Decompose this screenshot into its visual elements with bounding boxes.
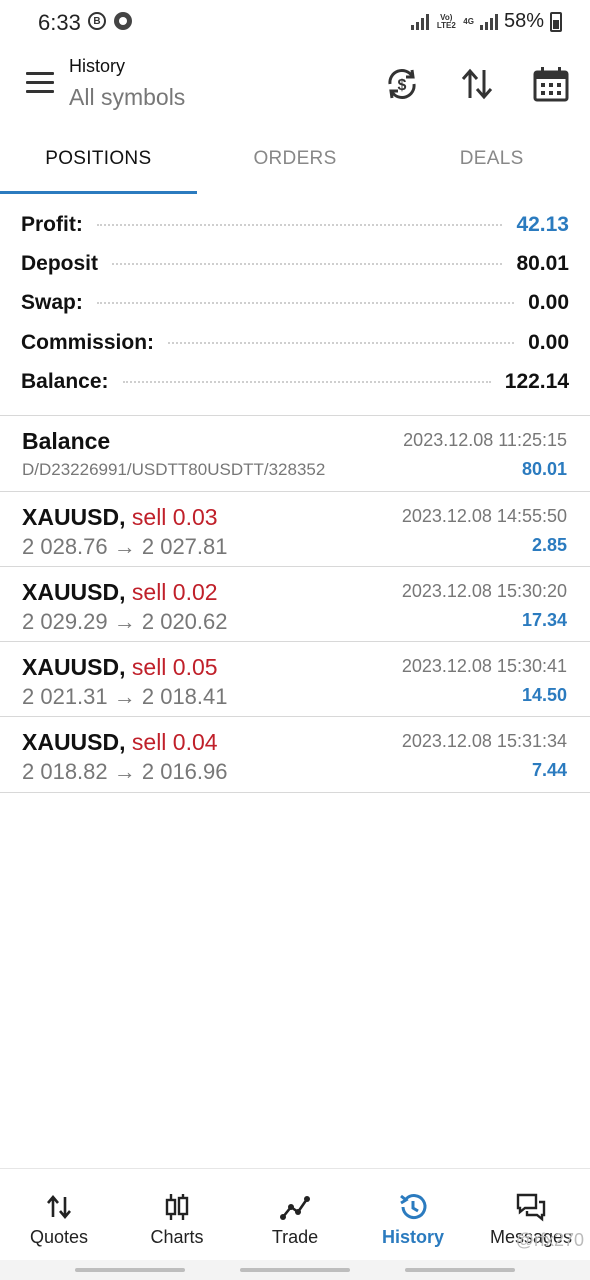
dotted-leader xyxy=(168,341,515,344)
deal-prices: 2 018.82 → 2 016.96 xyxy=(22,759,228,784)
battery-icon xyxy=(550,11,562,32)
deal-side: sell 0.02 xyxy=(131,579,218,605)
svg-text:$: $ xyxy=(398,77,407,94)
sort-icon[interactable] xyxy=(457,64,497,104)
nav-label: History xyxy=(381,1227,444,1247)
symbol-filter[interactable]: All symbols xyxy=(69,84,185,111)
balance-value: 122.14 xyxy=(494,369,569,394)
deal-symbol: XAUUSD, sell 0.02 xyxy=(22,579,218,605)
history-tabs: POSITIONS ORDERS DEALS xyxy=(0,130,590,194)
app-bar: History All symbols $ xyxy=(0,44,590,128)
summary-commission-row: Commission: 0.00 xyxy=(0,323,590,362)
list-item[interactable]: XAUUSD, sell 0.05 2 021.31 → 2 018.41 20… xyxy=(0,642,590,717)
messages-icon xyxy=(515,1191,547,1223)
bottom-nav: Quotes Charts Trade History Messages xyxy=(0,1168,590,1258)
nav-handle[interactable] xyxy=(405,1268,515,1272)
chrome-icon xyxy=(114,12,132,30)
nav-label: Trade xyxy=(271,1227,319,1247)
status-bar: 6:33 B Vo) LTE2 4G 58% xyxy=(0,0,590,44)
summary-swap-row: Swap: 0.00 xyxy=(0,284,590,323)
deposit-value: 80.01 xyxy=(506,251,569,276)
list-item[interactable]: XAUUSD, sell 0.03 2 028.76 → 2 027.81 20… xyxy=(0,492,590,567)
deal-time: 2023.12.08 14:55:50 xyxy=(401,506,567,526)
trade-line-icon xyxy=(279,1191,311,1223)
deal-side: sell 0.03 xyxy=(131,504,218,530)
deal-symbol: Balance xyxy=(22,428,111,454)
list-item-balance[interactable]: Balance D/D23226991/USDTT80USDTT/328352 … xyxy=(0,416,590,491)
profit-value: 42.13 xyxy=(506,212,569,237)
candlestick-icon xyxy=(161,1191,193,1223)
deal-profit: 80.01 xyxy=(521,459,567,479)
deal-profit: 17.34 xyxy=(521,610,567,630)
swap-label: Swap: xyxy=(21,291,93,316)
profit-label: Profit: xyxy=(21,212,93,237)
deal-symbol: XAUUSD, sell 0.04 xyxy=(22,729,218,755)
dotted-leader xyxy=(112,262,503,265)
deal-prices: 2 029.29 → 2 020.62 xyxy=(22,609,228,634)
deal-time: 2023.12.08 15:30:20 xyxy=(401,581,567,601)
dotted-leader xyxy=(96,223,503,226)
currency-exchange-icon[interactable]: $ xyxy=(382,64,422,104)
status-time: 6:33 xyxy=(38,10,81,35)
balance-label: Balance: xyxy=(21,369,119,394)
deal-time: 2023.12.08 15:30:41 xyxy=(401,656,567,676)
signal-2-icon xyxy=(479,13,498,30)
deal-prices: 2 021.31 → 2 018.41 xyxy=(22,684,228,709)
quotes-icon xyxy=(43,1191,75,1223)
swap-value: 0.00 xyxy=(518,291,569,316)
nav-charts[interactable]: Charts xyxy=(118,1169,236,1258)
notification-b-icon: B xyxy=(88,12,106,30)
system-nav-bar xyxy=(0,1260,590,1280)
commission-value: 0.00 xyxy=(518,330,569,355)
history-icon xyxy=(397,1191,429,1223)
deal-symbol: XAUUSD, sell 0.05 xyxy=(22,654,218,680)
nav-history[interactable]: History xyxy=(354,1169,472,1258)
summary-deposit-row: Deposit 80.01 xyxy=(0,244,590,283)
page-title: History xyxy=(69,56,126,76)
deal-time: 2023.12.08 11:25:15 xyxy=(403,430,567,450)
nav-handle[interactable] xyxy=(75,1268,185,1272)
list-item[interactable]: XAUUSD, sell 0.04 2 018.82 → 2 016.96 20… xyxy=(0,717,590,792)
network-4g-label: 4G xyxy=(463,16,474,26)
divider xyxy=(0,792,590,793)
tab-positions[interactable]: POSITIONS xyxy=(0,130,197,194)
deal-profit: 2.85 xyxy=(531,535,567,555)
deal-symbol: XAUUSD, sell 0.03 xyxy=(22,504,218,530)
nav-label: Charts xyxy=(150,1227,204,1247)
dotted-leader xyxy=(96,302,515,305)
nav-trade[interactable]: Trade xyxy=(236,1169,354,1258)
deal-profit: 7.44 xyxy=(531,760,567,780)
dotted-leader xyxy=(122,380,491,383)
deal-detail: D/D23226991/USDTT80USDTT/328352 xyxy=(22,460,326,479)
deal-prices: 2 028.76 → 2 027.81 xyxy=(22,534,228,559)
deal-profit: 14.50 xyxy=(521,685,567,705)
deal-side: sell 0.05 xyxy=(131,654,218,680)
summary-panel: Profit: 42.13 Deposit 80.01 Swap: 0.00 C… xyxy=(0,205,590,401)
commission-label: Commission: xyxy=(21,330,165,355)
summary-balance-row: Balance: 122.14 xyxy=(0,362,590,401)
watermark: @rfx270 xyxy=(515,1230,584,1250)
battery-percent: 58% xyxy=(503,10,544,32)
deposit-label: Deposit xyxy=(21,251,109,276)
tab-deals[interactable]: DEALS xyxy=(393,130,590,194)
calendar-icon[interactable] xyxy=(531,64,571,104)
deal-time: 2023.12.08 15:31:34 xyxy=(401,731,567,751)
list-item[interactable]: XAUUSD, sell 0.02 2 029.29 → 2 020.62 20… xyxy=(0,567,590,642)
deal-side: sell 0.04 xyxy=(131,729,218,755)
nav-label: Quotes xyxy=(29,1227,89,1247)
signal-1-icon xyxy=(411,13,430,30)
nav-quotes[interactable]: Quotes xyxy=(0,1169,118,1258)
volte-label: Vo) LTE2 xyxy=(436,12,456,30)
tab-orders[interactable]: ORDERS xyxy=(197,130,394,194)
nav-handle[interactable] xyxy=(240,1268,350,1272)
summary-profit-row: Profit: 42.13 xyxy=(0,205,590,244)
menu-icon[interactable] xyxy=(26,72,54,94)
